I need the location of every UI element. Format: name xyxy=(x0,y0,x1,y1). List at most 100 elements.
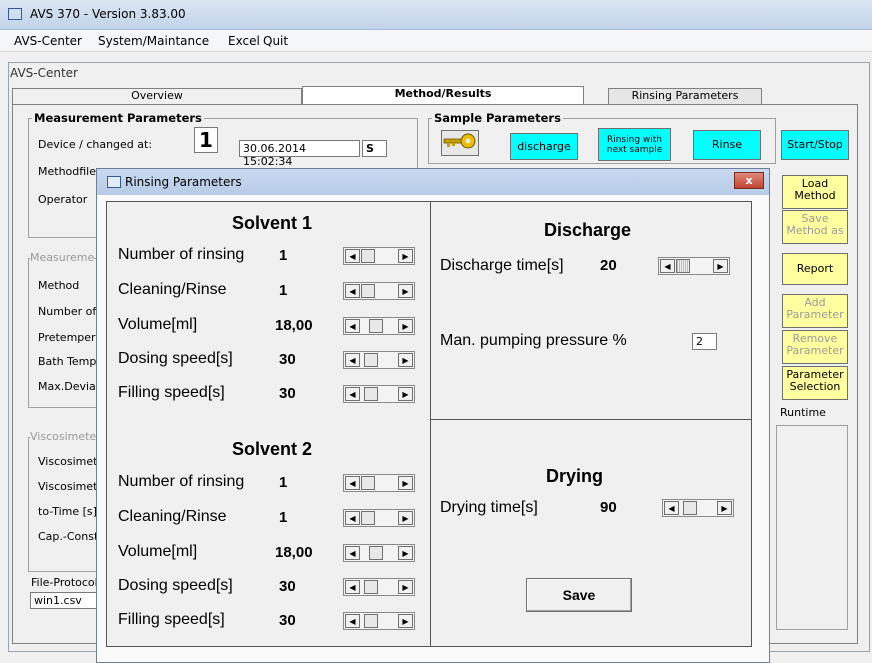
menu-avs-center[interactable]: AVS-Center xyxy=(14,34,82,48)
menu-bar: AVS-Center System/Maintance Excel Quit xyxy=(0,30,872,52)
to-time-label: to-Time [s] xyxy=(38,505,97,518)
scroll-right-icon[interactable]: ▶ xyxy=(398,387,413,401)
start-stop-button[interactable]: Start/Stop xyxy=(781,130,849,160)
horizontal-divider xyxy=(431,419,751,420)
slider-thumb[interactable] xyxy=(369,319,383,333)
remove-parameter-button[interactable]: Remove Parameter xyxy=(782,330,848,364)
scroll-left-icon[interactable]: ◀ xyxy=(664,501,679,515)
sample-title: Sample Parameters xyxy=(432,111,563,125)
save-button[interactable]: Save xyxy=(526,578,632,612)
max-deviation-label: Max.Deviat xyxy=(38,380,101,393)
discharge-time-value: 20 xyxy=(600,257,617,274)
scroll-right-icon[interactable]: ▶ xyxy=(398,284,413,298)
s1-number-of-rinsing-slider[interactable]: ◀ ▶ xyxy=(343,247,415,265)
s1-filling-speed-value: 30 xyxy=(279,385,296,402)
tab-overview[interactable]: Overview xyxy=(12,88,302,104)
slider-thumb[interactable] xyxy=(364,580,378,594)
scroll-left-icon[interactable]: ◀ xyxy=(345,387,360,401)
s1-volume-slider[interactable]: ◀ ▶ xyxy=(343,317,415,335)
scroll-right-icon[interactable]: ▶ xyxy=(398,580,413,594)
close-icon[interactable]: x xyxy=(734,172,764,189)
discharge-time-slider[interactable]: ◀ ▶ xyxy=(658,257,730,275)
s2-number-of-rinsing-slider[interactable]: ◀ ▶ xyxy=(343,474,415,492)
scroll-left-icon[interactable]: ◀ xyxy=(345,476,360,490)
viscosimeter-group-title: Viscosimete xyxy=(30,430,97,443)
menu-quit[interactable]: Quit xyxy=(263,34,288,48)
key-icon[interactable] xyxy=(441,130,479,156)
load-label-2: Method xyxy=(794,189,836,202)
scroll-right-icon[interactable]: ▶ xyxy=(713,259,728,273)
scroll-right-icon[interactable]: ▶ xyxy=(398,614,413,628)
scroll-left-icon[interactable]: ◀ xyxy=(345,580,360,594)
drying-time-slider[interactable]: ◀ ▶ xyxy=(662,499,734,517)
slider-thumb[interactable] xyxy=(364,387,378,401)
s2-volume-label: Volume[ml] xyxy=(118,543,198,560)
vertical-divider xyxy=(430,202,431,646)
tab-method-results[interactable]: Method/Results xyxy=(302,86,584,106)
scroll-left-icon[interactable]: ◀ xyxy=(345,546,360,560)
remove-label-2: Parameter xyxy=(786,344,844,357)
slider-thumb[interactable] xyxy=(676,259,690,273)
s1-dosing-speed-value: 30 xyxy=(279,351,296,368)
rinse-button[interactable]: Rinse xyxy=(693,130,761,160)
scroll-right-icon[interactable]: ▶ xyxy=(398,511,413,525)
title-bar: AVS 370 - Version 3.83.00 xyxy=(0,0,872,30)
rinsing-with-line: Rinsing with xyxy=(606,134,663,145)
save-method-as-button[interactable]: Save Method as xyxy=(782,210,848,244)
tab-rinsing-parameters[interactable]: Rinsing Parameters xyxy=(608,88,762,104)
solvent-1-heading: Solvent 1 xyxy=(232,213,313,233)
pumping-pressure-input[interactable]: 2 xyxy=(692,333,717,350)
s2-volume-slider[interactable]: ◀ ▶ xyxy=(343,544,415,562)
scroll-right-icon[interactable]: ▶ xyxy=(398,319,413,333)
s2-dosing-speed-label: Dosing speed[s] xyxy=(118,577,233,594)
scroll-right-icon[interactable]: ▶ xyxy=(398,546,413,560)
slider-thumb[interactable] xyxy=(361,284,375,298)
scroll-right-icon[interactable]: ▶ xyxy=(717,501,732,515)
s1-number-of-rinsing-label: Number of rinsing xyxy=(118,246,245,263)
slider-thumb[interactable] xyxy=(364,353,378,367)
report-button[interactable]: Report xyxy=(782,253,848,285)
rinsing-with-next-sample-button[interactable]: Rinsing with next sample xyxy=(598,128,671,161)
file-protocol-input[interactable]: win1.csv xyxy=(30,592,98,609)
file-protocol-label: File-Protocol xyxy=(31,576,98,589)
scroll-left-icon[interactable]: ◀ xyxy=(345,614,360,628)
discharge-heading: Discharge xyxy=(544,220,632,240)
s2-filling-speed-slider[interactable]: ◀ ▶ xyxy=(343,612,415,630)
scroll-left-icon[interactable]: ◀ xyxy=(345,319,360,333)
scroll-left-icon[interactable]: ◀ xyxy=(345,249,360,263)
scroll-left-icon[interactable]: ◀ xyxy=(345,353,360,367)
app-icon xyxy=(8,8,22,20)
add-label-2: Parameter xyxy=(786,308,844,321)
slider-thumb[interactable] xyxy=(683,501,697,515)
slider-thumb[interactable] xyxy=(364,614,378,628)
s1-cleaning-rinse-slider[interactable]: ◀ ▶ xyxy=(343,282,415,300)
scroll-left-icon[interactable]: ◀ xyxy=(660,259,675,273)
s2-volume-value: 18,00 xyxy=(275,544,313,561)
scroll-left-icon[interactable]: ◀ xyxy=(345,511,360,525)
s2-dosing-speed-slider[interactable]: ◀ ▶ xyxy=(343,578,415,596)
parameter-selection-button[interactable]: Parameter Selection xyxy=(782,366,848,400)
operator-label: Operator xyxy=(38,193,88,206)
slider-thumb[interactable] xyxy=(369,546,383,560)
s2-filling-speed-label: Filling speed[s] xyxy=(118,611,225,628)
load-method-button[interactable]: Load Method xyxy=(782,175,848,209)
runtime-box xyxy=(776,425,848,630)
scroll-right-icon[interactable]: ▶ xyxy=(398,353,413,367)
menu-excel[interactable]: Excel xyxy=(228,34,260,48)
s2-cleaning-rinse-slider[interactable]: ◀ ▶ xyxy=(343,509,415,527)
dialog-title-bar[interactable]: Rinsing Parameters xyxy=(97,169,769,195)
menu-system-maintance[interactable]: System/Maintance xyxy=(98,34,209,48)
slider-thumb[interactable] xyxy=(361,249,375,263)
scroll-left-icon[interactable]: ◀ xyxy=(345,284,360,298)
pumping-pressure-label: Man. pumping pressure % xyxy=(440,332,627,349)
s1-dosing-speed-slider[interactable]: ◀ ▶ xyxy=(343,351,415,369)
scroll-right-icon[interactable]: ▶ xyxy=(398,249,413,263)
add-parameter-button[interactable]: Add Parameter xyxy=(782,294,848,328)
slider-thumb[interactable] xyxy=(361,476,375,490)
slider-thumb[interactable] xyxy=(361,511,375,525)
discharge-button[interactable]: discharge xyxy=(510,133,578,160)
s2-filling-speed-value: 30 xyxy=(279,612,296,629)
s1-filling-speed-slider[interactable]: ◀ ▶ xyxy=(343,385,415,403)
s1-cleaning-rinse-value: 1 xyxy=(279,282,288,299)
scroll-right-icon[interactable]: ▶ xyxy=(398,476,413,490)
